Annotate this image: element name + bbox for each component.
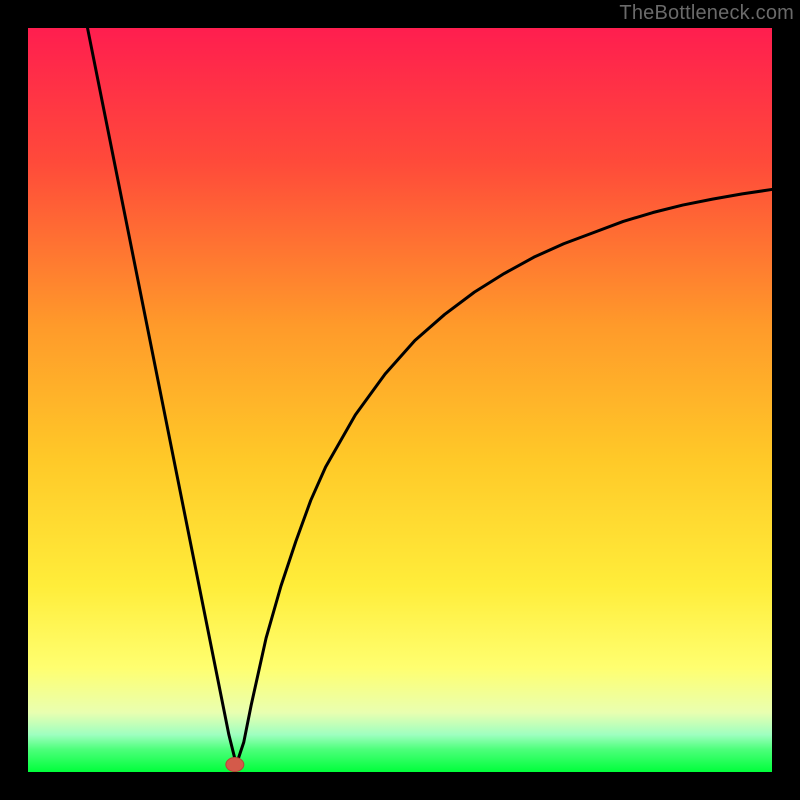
vertex-marker: [226, 758, 244, 772]
watermark-text: TheBottleneck.com: [619, 2, 794, 25]
chart-svg: [0, 0, 800, 800]
plot-area: [28, 28, 772, 772]
chart-container: TheBottleneck.com: [0, 0, 800, 800]
